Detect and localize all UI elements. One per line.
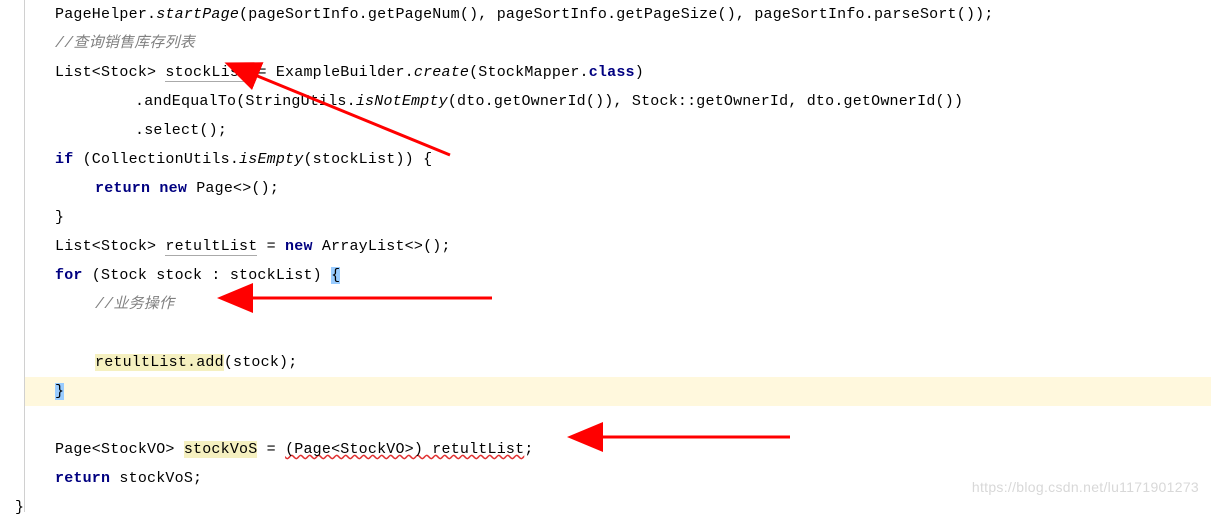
code-line: .select(); [15, 116, 1211, 145]
code-line [15, 319, 1211, 348]
code-comment: //查询销售库存列表 [15, 29, 1211, 58]
code-line: .andEqualTo(StringUtils.isNotEmpty(dto.g… [15, 87, 1211, 116]
code-line [15, 406, 1211, 435]
code-line: PageHelper.startPage(pageSortInfo.getPag… [15, 0, 1211, 29]
code-line: return new Page<>(); [15, 174, 1211, 203]
code-line: List<Stock> stockList = ExampleBuilder.c… [15, 58, 1211, 87]
code-line: for (Stock stock : stockList) { [15, 261, 1211, 290]
code-line: } [15, 377, 1211, 406]
code-editor[interactable]: PageHelper.startPage(pageSortInfo.getPag… [0, 0, 1211, 522]
code-line: Page<StockVO> stockVoS = (Page<StockVO>)… [15, 435, 1211, 464]
code-line: if (CollectionUtils.isEmpty(stockList)) … [15, 145, 1211, 174]
code-line: } [15, 203, 1211, 232]
code-line: List<Stock> retultList = new ArrayList<>… [15, 232, 1211, 261]
code-line: retultList.add(stock); [15, 348, 1211, 377]
watermark-text: https://blog.csdn.net/lu1171901273 [972, 473, 1199, 502]
code-comment: //业务操作 [15, 290, 1211, 319]
